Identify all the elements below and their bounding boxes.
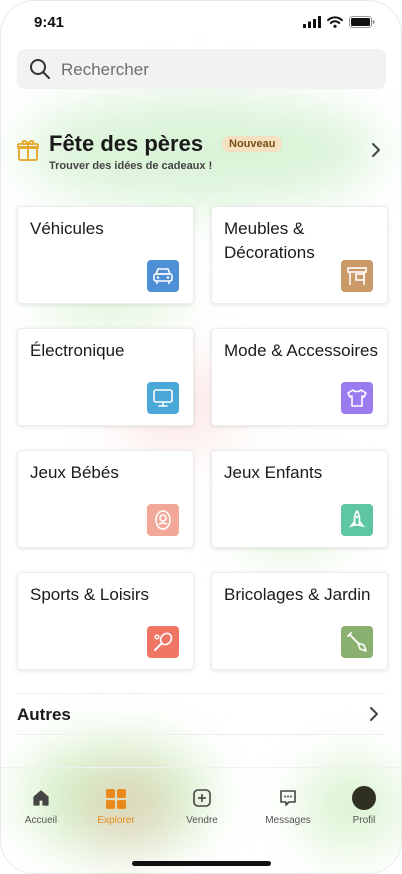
tab-messages[interactable]: Messages [248,768,328,838]
autres-label: Autres [17,705,71,724]
category-card-sports[interactable]: Sports & Loisirs [17,572,194,670]
search-placeholder: Rechercher [61,60,149,79]
tab-accueil[interactable]: Accueil [1,768,81,838]
tab-profil[interactable]: Profil [324,768,401,838]
monitor-icon [147,382,179,414]
tab-vendre[interactable]: Vendre [162,768,242,838]
category-card-meubles[interactable]: Meubles & Décorations [211,206,388,304]
category-label: Électronique [30,341,125,360]
status-time: 9:41 [34,14,65,31]
furniture-icon [341,260,373,292]
avatar-icon [324,786,401,810]
racket-icon [147,626,179,658]
tab-explorer[interactable]: Explorer [76,768,156,838]
category-label: Mode & Accessoires [224,341,379,360]
search-bar[interactable]: Rechercher [17,49,386,89]
promo-subtitle: Trouver des idées de cadeaux ! [49,160,213,172]
autres-row[interactable]: Autres [17,693,385,735]
plus-square-icon [162,788,242,812]
category-card-vehicules[interactable]: Véhicules [17,206,194,304]
rocket-icon [341,504,373,536]
phone-frame: 9:41 Rechercher Fête des pères Nouveau T… [0,0,402,874]
category-card-jeux-enfants[interactable]: Jeux Enfants [211,450,388,548]
chevron-right-icon [372,143,380,157]
search-icon [30,59,50,79]
category-label: Meubles & Décorations [224,219,315,262]
status-icons [303,16,375,28]
category-label: Véhicules [30,219,104,238]
tab-label: Explorer [97,815,135,826]
battery-icon [349,16,375,28]
chat-icon [248,788,328,812]
cellular-signal-icon [303,16,321,28]
category-card-bricolage[interactable]: Bricolages & Jardin [211,572,388,670]
home-indicator [132,861,271,866]
chevron-right-icon [370,707,378,721]
category-label: Jeux Enfants [224,463,323,482]
promo-title: Fête des pères [49,131,204,156]
promo-banner[interactable]: Fête des pères Nouveau Trouver des idées… [17,125,387,177]
tab-label: Profil [352,815,376,826]
new-badge: Nouveau [222,136,283,152]
tab-label: Messages [265,815,311,826]
tab-label: Vendre [186,815,218,826]
tshirt-icon [341,382,373,414]
category-card-mode[interactable]: Mode & Accessoires [211,328,388,426]
tab-label: Accueil [24,815,58,826]
car-icon [147,260,179,292]
baby-icon [147,504,179,536]
grid-icon [76,788,156,812]
category-card-electronique[interactable]: Électronique [17,328,194,426]
wifi-icon [327,16,343,28]
status-bar: 9:41 [1,1,401,45]
home-icon [1,788,81,812]
category-label: Jeux Bébés [30,463,119,482]
category-label: Bricolages & Jardin [224,585,371,604]
category-card-jeux-bebes[interactable]: Jeux Bébés [17,450,194,548]
shovel-icon [341,626,373,658]
category-label: Sports & Loisirs [30,585,150,604]
gift-icon [17,140,39,161]
tab-bar: Accueil Explorer Vendre Messages Profil [1,767,401,838]
